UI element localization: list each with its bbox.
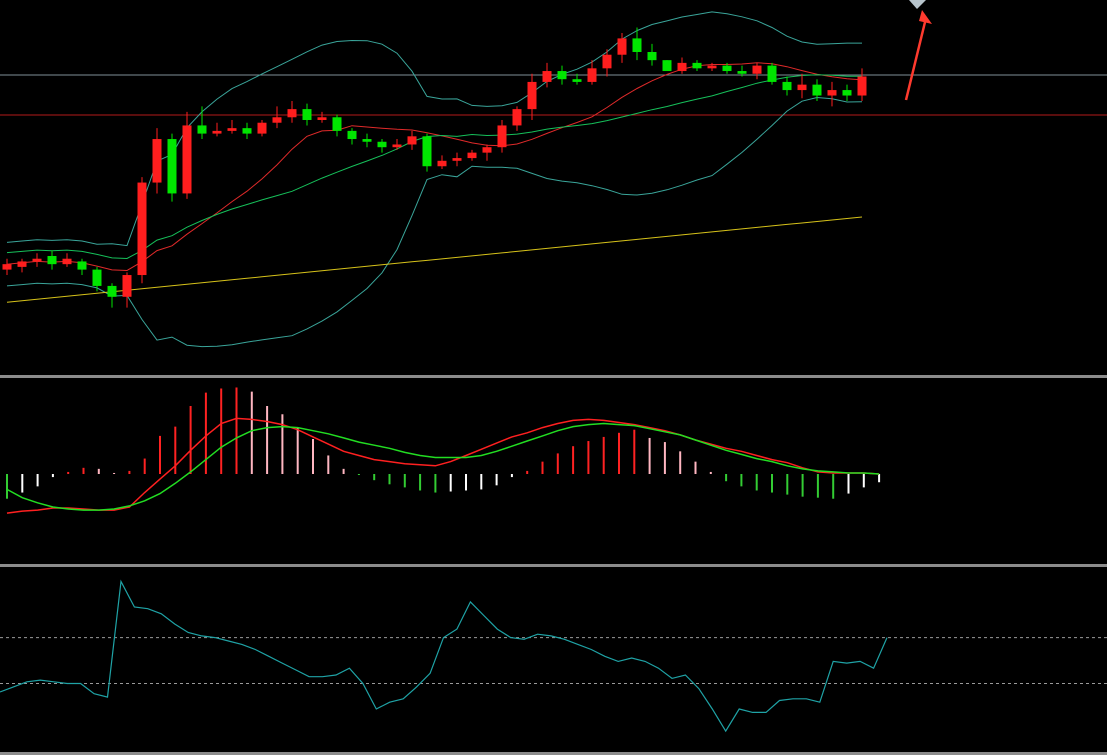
candles (2, 27, 867, 308)
candle-up (32, 258, 42, 262)
candle-down (332, 117, 342, 131)
candle-down (167, 139, 177, 194)
candle-up (857, 76, 867, 96)
candle-down (47, 256, 57, 265)
candle-down (632, 38, 642, 52)
candle-up (437, 160, 447, 167)
candle-down (557, 71, 567, 80)
moving-average-green (6, 74, 863, 260)
candle-down (242, 128, 252, 134)
candle-up (122, 275, 132, 297)
candle-up (17, 261, 27, 267)
trend-arrow-shaft (904, 17, 928, 101)
candle-down (722, 65, 732, 72)
divider-macd-oscillator (0, 564, 1107, 567)
candle-up (182, 125, 192, 194)
oscillator-line (0, 579, 888, 733)
price-overlay-lines (6, 11, 863, 348)
candle-down (737, 71, 747, 74)
candle-up (827, 90, 837, 96)
candle-up (407, 136, 417, 145)
macd-pane (6, 387, 881, 514)
candle-down (92, 269, 102, 286)
candle-up (137, 182, 147, 276)
candle-down (377, 141, 387, 148)
candle-up (452, 158, 462, 161)
candle-up (752, 65, 762, 74)
candle-up (707, 65, 717, 69)
candle-up (152, 139, 162, 183)
candle-down (197, 125, 207, 134)
candle-up (482, 147, 492, 153)
candle-down (782, 81, 792, 91)
candle-up (512, 109, 522, 126)
bollinger-upper-band (6, 11, 862, 247)
candle-up (497, 125, 507, 148)
candle-up (257, 122, 267, 134)
candle-down (767, 65, 777, 82)
candle-up (272, 117, 282, 123)
candle-up (617, 38, 627, 55)
diamond-marker (909, 0, 926, 9)
trend-arrow-head (919, 10, 932, 24)
candle-up (542, 71, 552, 82)
candle-down (77, 261, 87, 270)
price-pane (0, 0, 1107, 348)
candle-down (662, 60, 672, 72)
candle-up (677, 62, 687, 72)
candle-up (2, 264, 12, 270)
candle-down (572, 79, 582, 82)
candle-down (422, 136, 432, 167)
stock-chart (0, 0, 1107, 755)
candle-down (647, 52, 657, 61)
oscillator-pane (0, 579, 1107, 733)
candle-down (362, 139, 372, 142)
candle-up (227, 128, 237, 131)
candle-up (797, 84, 807, 91)
macd-dif-line (6, 417, 880, 514)
candle-up (602, 54, 612, 69)
candle-up (527, 81, 537, 110)
candle-up (587, 68, 597, 82)
candle-up (287, 109, 297, 118)
candle-down (347, 130, 357, 140)
candle-down (107, 285, 117, 297)
moving-average-red (6, 62, 863, 272)
chart-stage (0, 0, 1107, 755)
candle-up (392, 144, 402, 148)
candle-down (302, 109, 312, 120)
candle-down (692, 62, 702, 69)
macd-dea-line (6, 422, 880, 511)
candle-down (842, 90, 852, 96)
candle-up (317, 117, 327, 120)
candle-down (812, 84, 822, 96)
moving-average-yellow (6, 216, 863, 303)
candle-up (62, 258, 72, 265)
candle-up (467, 152, 477, 159)
divider-price-macd (0, 375, 1107, 378)
candle-up (212, 130, 222, 134)
